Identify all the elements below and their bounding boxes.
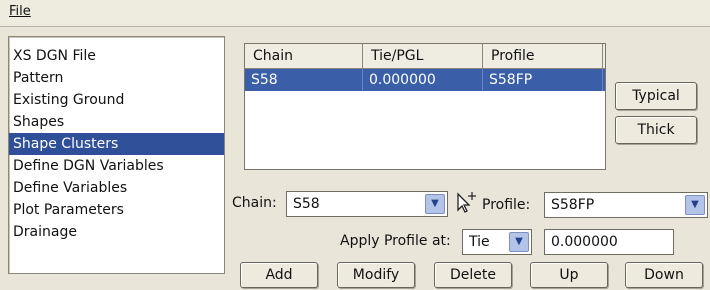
chain-dropdown[interactable]: S58 ▼ bbox=[286, 191, 448, 217]
category-item[interactable]: Shapes bbox=[9, 111, 224, 133]
table-row[interactable]: S58 0.000000 S58FP bbox=[245, 69, 605, 91]
target-cursor-icon[interactable] bbox=[450, 190, 478, 216]
column-header-profile[interactable]: Profile bbox=[483, 44, 603, 68]
add-button[interactable]: Add bbox=[240, 262, 318, 288]
cell-profile: S58FP bbox=[483, 69, 603, 91]
category-item-selected[interactable]: Shape Clusters bbox=[9, 133, 224, 155]
profile-value: S58FP bbox=[551, 197, 595, 213]
menu-bar: File bbox=[0, 0, 710, 27]
category-item[interactable]: XS DGN File bbox=[9, 45, 224, 67]
delete-button[interactable]: Delete bbox=[434, 262, 512, 288]
category-item[interactable]: Define DGN Variables bbox=[9, 155, 224, 177]
down-button[interactable]: Down bbox=[625, 262, 703, 288]
up-button[interactable]: Up bbox=[530, 262, 608, 288]
apply-profile-label: Apply Profile at: bbox=[340, 233, 451, 249]
cell-chain: S58 bbox=[245, 69, 363, 91]
category-list[interactable]: XS DGN File Pattern Existing Ground Shap… bbox=[8, 36, 225, 274]
typical-button[interactable]: Typical bbox=[615, 82, 697, 110]
category-item[interactable]: Existing Ground bbox=[9, 89, 224, 111]
chevron-down-icon[interactable]: ▼ bbox=[425, 194, 445, 214]
profile-label: Profile: bbox=[482, 197, 531, 213]
chevron-down-icon[interactable]: ▼ bbox=[685, 195, 705, 215]
column-header-chain[interactable]: Chain bbox=[245, 44, 363, 68]
category-item[interactable]: Pattern bbox=[9, 67, 224, 89]
clusters-table: Chain Tie/PGL Profile S58 0.000000 S58FP bbox=[244, 43, 606, 170]
profile-dropdown[interactable]: S58FP ▼ bbox=[544, 192, 708, 218]
offset-input[interactable]: 0.000000 bbox=[544, 229, 674, 255]
chevron-down-icon[interactable]: ▼ bbox=[509, 232, 529, 252]
modify-button[interactable]: Modify bbox=[337, 262, 415, 288]
cell-tie: 0.000000 bbox=[363, 69, 483, 91]
category-item[interactable]: Plot Parameters bbox=[9, 199, 224, 221]
column-header-tie[interactable]: Tie/PGL bbox=[363, 44, 483, 68]
apply-at-value: Tie bbox=[469, 234, 490, 250]
menu-file[interactable]: File bbox=[9, 4, 31, 19]
category-item[interactable]: Drainage bbox=[9, 221, 224, 243]
category-item[interactable]: Define Variables bbox=[9, 177, 224, 199]
apply-at-dropdown[interactable]: Tie ▼ bbox=[462, 229, 532, 255]
table-header: Chain Tie/PGL Profile bbox=[245, 44, 605, 69]
thick-button[interactable]: Thick bbox=[615, 116, 697, 144]
chain-label: Chain: bbox=[232, 195, 277, 211]
chain-value: S58 bbox=[293, 196, 320, 212]
